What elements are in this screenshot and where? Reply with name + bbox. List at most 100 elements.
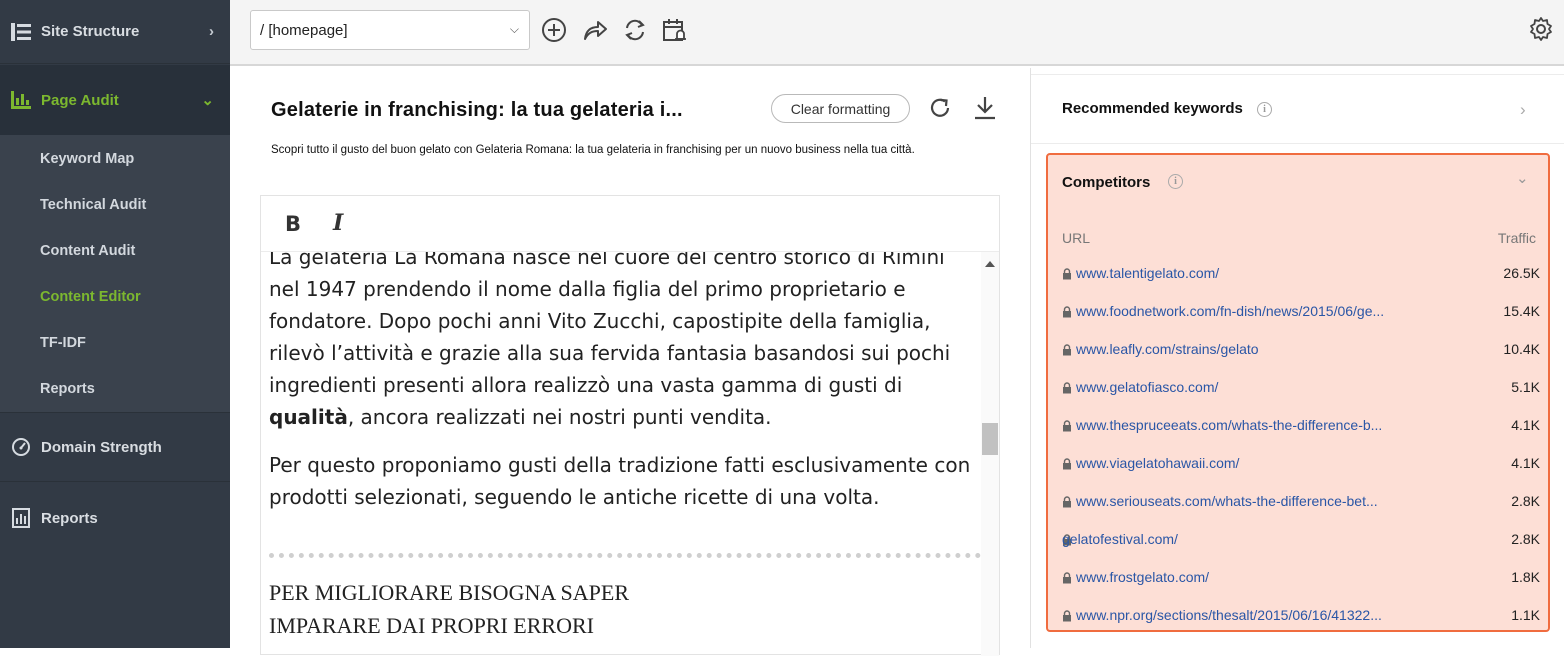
heading-line: PER MIGLIORARE BISOGNA SAPER [269,580,629,605]
competitor-row: gelatofestival.com/ 2.8K [1062,531,1540,551]
lock-icon [1063,382,1071,394]
competitor-row: www.frostgelato.com/ 1.8K [1062,569,1540,589]
competitor-traffic: 4.1K [1511,455,1540,471]
editor-box: B I La gelateria La Romana nasce nel cuo… [260,195,1000,656]
sidebar-submenu: Keyword Map Technical Audit Content Audi… [0,135,230,412]
chevron-down-icon: ⌵ [509,22,519,36]
competitor-traffic: 26.5K [1503,265,1540,281]
competitor-row: www.foodnetwork.com/fn-dish/news/2015/06… [1062,303,1540,323]
competitor-row: www.viagelatohawaii.com/ 4.1K [1062,455,1540,475]
competitor-url-link[interactable]: www.talentigelato.com/ [1076,265,1219,281]
page-url-select[interactable]: / [homepage] ⌵ [250,10,530,50]
competitor-row: www.seriouseats.com/whats-the-difference… [1062,493,1540,513]
page-url-value: / [homepage] [260,21,348,39]
editor-paragraph: La gelateria La Romana nasce nel cuore d… [269,252,981,433]
content-editor: Gelaterie in franchising: la tua gelater… [230,68,1030,656]
editor-paragraph: Per questo proponiamo gusti della tradiz… [269,453,971,509]
heading-line: IMPARARE DAI PROPRI ERRORI [269,613,594,638]
info-icon[interactable]: i [1257,102,1272,117]
lock-icon [1063,496,1071,508]
recommended-keywords-title: Recommended keywords [1062,100,1243,117]
lock-icon [1063,610,1071,622]
competitor-url-link[interactable]: www.gelatofiasco.com/ [1076,379,1218,395]
sidebar-item-content-audit[interactable]: Content Audit [40,243,135,259]
sidebar-item-domain-strength[interactable]: Domain Strength [0,412,230,482]
sidebar-item-technical-audit[interactable]: Technical Audit [40,197,146,213]
sync-icon[interactable] [621,16,649,44]
sidebar-item-reports-sub[interactable]: Reports [40,381,95,397]
sidebar: Site Structure › Page Audit ⌄ Keyword Ma… [0,0,230,648]
competitor-row: www.leafly.com/strains/gelato 10.4K [1062,341,1540,361]
lock-icon [1063,420,1071,432]
competitor-url-link[interactable]: www.thespruceeats.com/whats-the-differen… [1076,417,1382,433]
meta-description[interactable]: Scopri tutto il gusto del buon gelato co… [271,144,915,156]
column-header-traffic: Traffic [1497,230,1536,246]
competitor-url-link[interactable]: www.viagelatohawaii.com/ [1076,455,1239,471]
competitor-url-link[interactable]: www.leafly.com/strains/gelato [1076,341,1259,357]
sidebar-label-site-structure: Site Structure [41,23,140,40]
scroll-up-arrow-icon[interactable] [985,261,995,267]
competitor-traffic: 1.8K [1511,569,1540,585]
competitor-traffic: 1.1K [1511,607,1540,623]
sidebar-item-keyword-map[interactable]: Keyword Map [40,151,134,167]
settings-icon[interactable] [1528,16,1556,44]
paragraph-bold-text: qualità [269,405,348,429]
refresh-icon[interactable] [928,96,952,120]
competitors-panel: Competitors i ⌄ URL Traffic www.talentig… [1046,153,1550,632]
editor-text-area[interactable]: La gelateria La Romana nasce nel cuore d… [269,252,981,656]
lock-icon [1063,572,1071,584]
competitor-traffic: 4.1K [1511,417,1540,433]
competitor-traffic: 2.8K [1511,531,1540,547]
chevron-down-icon[interactable]: ⌄ [1516,169,1529,187]
lock-icon [1063,344,1071,356]
page-audit-icon [10,90,32,110]
divider [269,553,981,558]
sidebar-item-reports[interactable]: Reports [0,483,230,553]
site-structure-icon [10,22,32,42]
editor-scrollbar[interactable] [981,252,999,656]
share-icon[interactable] [581,16,609,44]
competitor-url-link[interactable]: www.npr.org/sections/thesalt/2015/06/16/… [1076,607,1382,623]
competitor-traffic: 5.1K [1511,379,1540,395]
recommended-keywords-row[interactable]: Recommended keywords i › [1031,74,1564,144]
scroll-thumb[interactable] [982,423,998,455]
competitor-url-link[interactable]: www.foodnetwork.com/fn-dish/news/2015/06… [1076,303,1384,319]
sidebar-label-reports: Reports [41,509,98,527]
schedule-alert-icon[interactable] [661,16,689,44]
sidebar-item-tf-idf[interactable]: TF-IDF [40,335,86,351]
competitors-title: Competitors [1062,174,1151,191]
download-icon[interactable] [972,95,998,121]
lock-icon [1063,268,1071,280]
competitor-traffic: 10.4K [1503,341,1540,357]
competitor-row: www.npr.org/sections/thesalt/2015/06/16/… [1062,607,1540,627]
gauge-icon [10,437,32,457]
competitor-url-link[interactable]: gelatofestival.com/ [1062,531,1178,547]
competitor-traffic: 2.8K [1511,493,1540,509]
competitor-row: www.thespruceeats.com/whats-the-differen… [1062,417,1540,437]
chevron-down-icon: ⌄ [201,92,214,109]
competitor-row: www.talentigelato.com/ 26.5K [1062,265,1540,285]
add-circle-icon[interactable] [540,16,568,44]
lock-icon [1063,458,1071,470]
competitor-row: www.gelatofiasco.com/ 5.1K [1062,379,1540,399]
info-icon[interactable]: i [1168,174,1183,189]
bold-button[interactable]: B [285,212,301,236]
column-header-url: URL [1062,230,1091,246]
paragraph-text: , ancora realizzati nei nostri punti ven… [347,405,772,429]
page-title[interactable]: Gelaterie in franchising: la tua gelater… [271,99,683,122]
competitor-url-link[interactable]: www.seriouseats.com/whats-the-difference… [1076,493,1378,509]
chevron-right-icon: › [209,23,214,40]
right-panel: Recommended keywords i › Competitors i ⌄… [1030,68,1564,648]
sidebar-item-page-audit[interactable]: Page Audit ⌄ [0,65,230,135]
paragraph-text: La gelateria La Romana nasce nel cuore d… [269,252,951,397]
sidebar-label-page-audit: Page Audit [41,91,119,109]
sidebar-item-content-editor[interactable]: Content Editor [40,289,141,305]
competitor-url-link[interactable]: www.frostgelato.com/ [1076,569,1209,585]
chevron-right-icon[interactable]: › [1520,100,1526,120]
clear-formatting-button[interactable]: Clear formatting [771,94,910,123]
competitor-traffic: 15.4K [1503,303,1540,319]
lock-icon [1063,306,1071,318]
top-toolbar: / [homepage] ⌵ [230,0,1564,66]
italic-button[interactable]: I [333,210,343,236]
sidebar-item-site-structure[interactable]: Site Structure › [0,0,230,64]
